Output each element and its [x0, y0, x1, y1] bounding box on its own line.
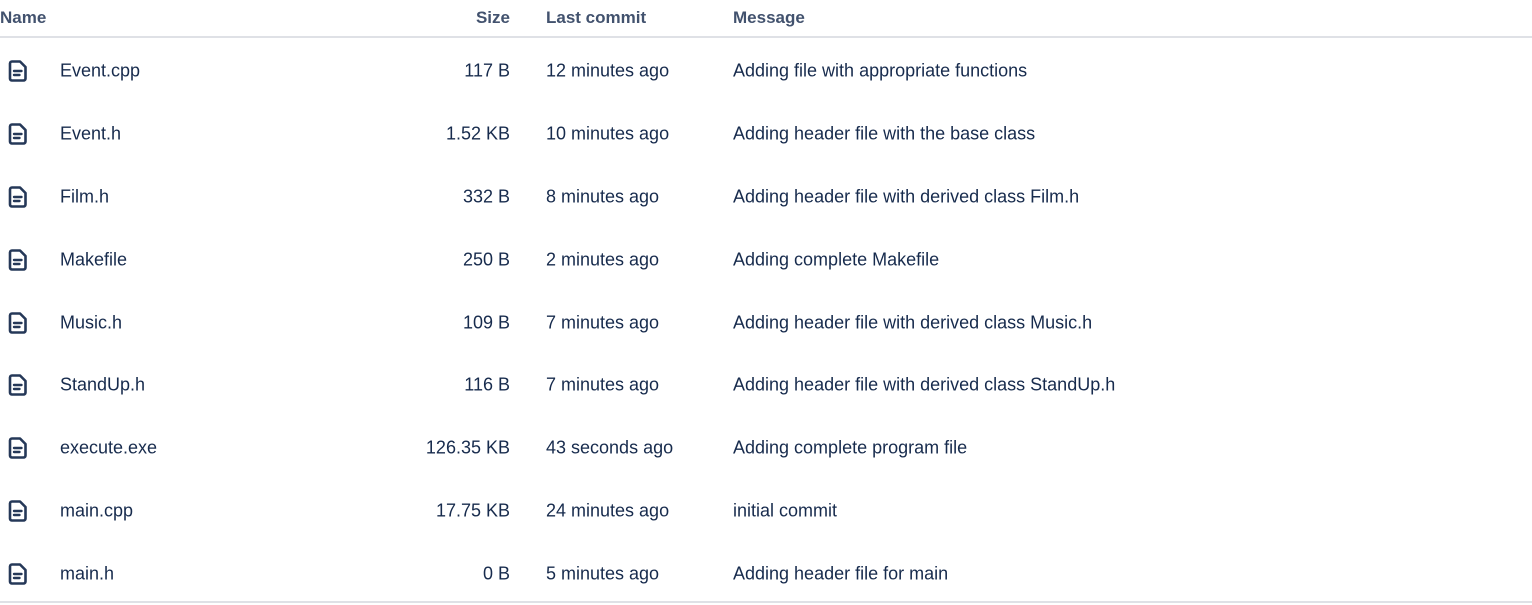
- commit-message-link[interactable]: Adding complete Makefile: [733, 249, 939, 269]
- file-name-link[interactable]: main.h: [60, 563, 114, 583]
- commit-message-link[interactable]: Adding header file with the base class: [733, 124, 1035, 144]
- file-size: 1.52 KB: [445, 123, 510, 144]
- commit-message-cell: initial commit: [733, 500, 837, 521]
- commit-message-link[interactable]: initial commit: [733, 500, 837, 520]
- file-name-cell: Film.h: [60, 186, 109, 207]
- table-row[interactable]: Event.cpp 117 B 12 minutes ago Adding fi…: [0, 40, 1532, 103]
- file-size: 250 B: [462, 249, 510, 270]
- file-icon: [8, 437, 28, 459]
- file-name-cell: Music.h: [60, 312, 122, 333]
- file-name-link[interactable]: Film.h: [60, 186, 109, 206]
- last-commit-time: 24 minutes ago: [546, 500, 670, 521]
- commit-message-link[interactable]: Adding header file with derived class Mu…: [733, 312, 1092, 332]
- table-row[interactable]: execute.exe 126.35 KB 43 seconds ago Add…: [0, 417, 1532, 480]
- file-name-cell: Event.h: [60, 124, 121, 145]
- file-icon: [8, 123, 28, 145]
- commit-message-link[interactable]: Adding complete program file: [733, 438, 967, 458]
- table-body: Event.cpp 117 B 12 minutes ago Adding fi…: [0, 40, 1532, 605]
- file-size: 116 B: [464, 374, 510, 395]
- file-name-cell: execute.exe: [60, 438, 157, 459]
- table-row[interactable]: StandUp.h 116 B 7 minutes ago Adding hea…: [0, 354, 1532, 417]
- file-name-link[interactable]: Music.h: [60, 312, 122, 332]
- file-icon: [8, 562, 28, 585]
- file-size: 0 B: [482, 563, 510, 584]
- file-icon: [8, 60, 28, 83]
- column-header-last-commit[interactable]: Last commit: [546, 8, 646, 28]
- file-size: 17.75 KB: [435, 500, 510, 521]
- column-header-name[interactable]: Name: [0, 8, 46, 28]
- last-commit-time: 7 minutes ago: [546, 312, 660, 333]
- column-header-size[interactable]: Size: [476, 8, 510, 28]
- commit-message-cell: Adding file with appropriate functions: [733, 61, 1027, 82]
- file-name-link[interactable]: StandUp.h: [60, 375, 145, 395]
- table-row[interactable]: Makefile 250 B 2 minutes ago Adding comp…: [0, 228, 1532, 291]
- file-name-link[interactable]: main.cpp: [60, 500, 133, 520]
- last-commit-time: 2 minutes ago: [546, 249, 660, 270]
- commit-message-link[interactable]: Adding header file with derived class St…: [733, 375, 1115, 395]
- commit-message-cell: Adding header file with derived class St…: [733, 375, 1115, 396]
- table-row[interactable]: main.h 0 B 5 minutes ago Adding header f…: [0, 542, 1532, 605]
- commit-message-cell: Adding header file with derived class Fi…: [733, 186, 1079, 207]
- commit-message-cell: Adding header file with derived class Mu…: [733, 312, 1092, 333]
- commit-message-cell: Adding complete Makefile: [733, 249, 939, 270]
- file-icon: [8, 374, 28, 397]
- last-commit-time: 10 minutes ago: [546, 123, 670, 144]
- table-header: Name Size Last commit Message: [0, 0, 1532, 38]
- file-name-cell: Makefile: [60, 249, 127, 270]
- file-size: 332 B: [462, 186, 510, 207]
- column-header-message[interactable]: Message: [733, 8, 805, 28]
- table-row[interactable]: main.cpp 17.75 KB 24 minutes ago initial…: [0, 480, 1532, 543]
- file-size: 117 B: [464, 60, 510, 81]
- file-name-link[interactable]: Event.cpp: [60, 61, 140, 81]
- file-name-cell: StandUp.h: [60, 375, 145, 396]
- file-icon: [8, 248, 28, 271]
- file-name-link[interactable]: Event.h: [60, 124, 121, 144]
- last-commit-time: 12 minutes ago: [546, 60, 670, 81]
- commit-message-link[interactable]: Adding header file for main: [733, 563, 948, 583]
- file-icon: [8, 311, 28, 334]
- file-size: 109 B: [462, 312, 510, 333]
- commit-message-link[interactable]: Adding header file with derived class Fi…: [733, 186, 1079, 206]
- last-commit-time: 43 seconds ago: [546, 437, 674, 458]
- last-commit-time: 8 minutes ago: [546, 186, 660, 207]
- table-row[interactable]: Music.h 109 B 7 minutes ago Adding heade…: [0, 291, 1532, 354]
- file-name-link[interactable]: Makefile: [60, 249, 127, 269]
- file-name-cell: Event.cpp: [60, 61, 140, 82]
- table-row[interactable]: Event.h 1.52 KB 10 minutes ago Adding he…: [0, 103, 1532, 166]
- table-row[interactable]: Film.h 332 B 8 minutes ago Adding header…: [0, 166, 1532, 229]
- commit-message-link[interactable]: Adding file with appropriate functions: [733, 61, 1027, 81]
- file-list-table: Name Size Last commit Message Event.cpp …: [0, 0, 1532, 603]
- commit-message-cell: Adding header file with the base class: [733, 124, 1035, 145]
- file-size: 126.35 KB: [425, 437, 510, 458]
- file-icon: [8, 186, 28, 208]
- last-commit-time: 7 minutes ago: [546, 374, 660, 395]
- commit-message-cell: Adding complete program file: [733, 438, 967, 459]
- file-name-cell: main.cpp: [60, 500, 133, 521]
- file-name-link[interactable]: execute.exe: [60, 438, 157, 458]
- last-commit-time: 5 minutes ago: [546, 563, 660, 584]
- file-name-cell: main.h: [60, 563, 114, 584]
- file-icon: [8, 500, 28, 522]
- commit-message-cell: Adding header file for main: [733, 563, 948, 584]
